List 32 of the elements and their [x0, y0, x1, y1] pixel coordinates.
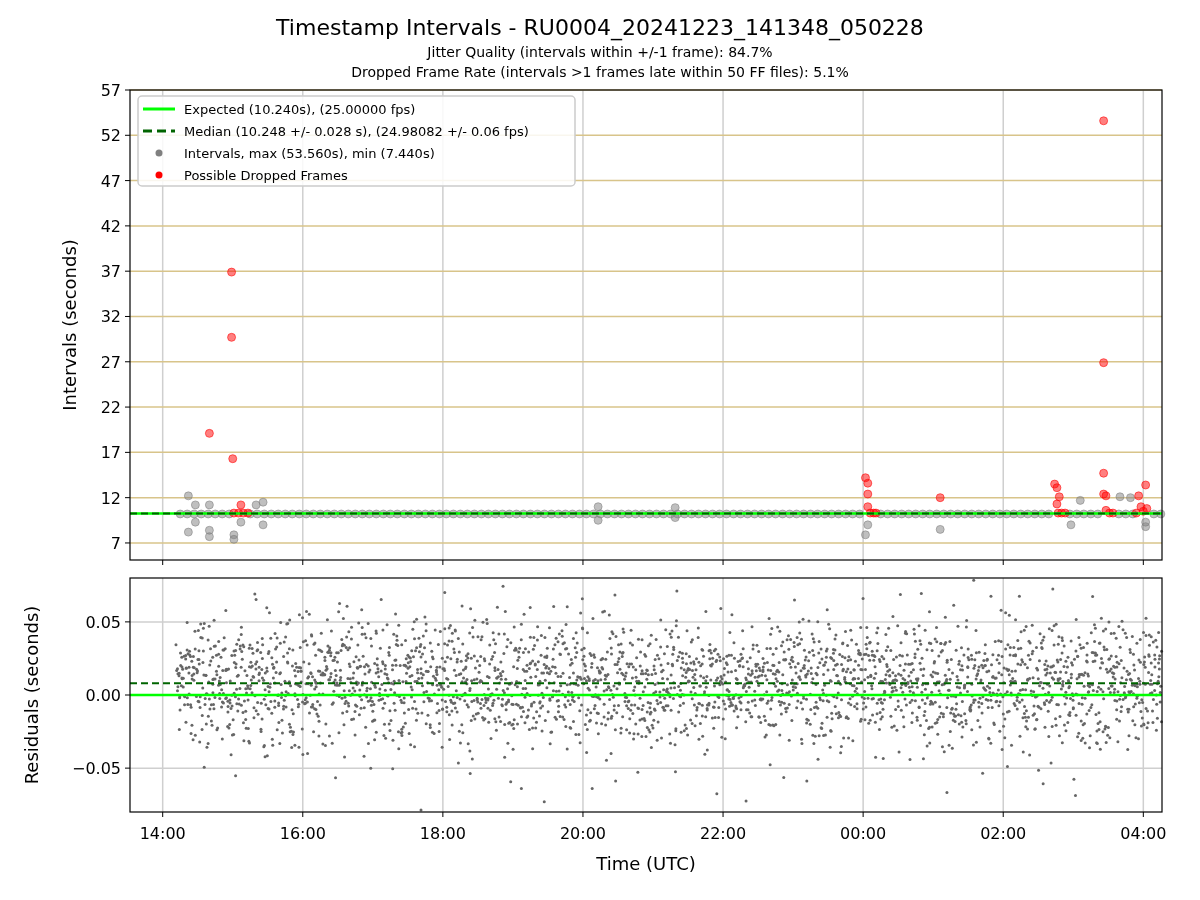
tick-label: 12 [100, 488, 121, 508]
tick-label: 22 [100, 398, 121, 418]
tick-label: 0.05 [85, 612, 121, 632]
tick-label: 0.00 [85, 686, 121, 705]
axis-label: Time (UTC) [596, 853, 696, 874]
tick-label: 18:00 [419, 824, 466, 843]
figure-subtitle: Dropped Frame Rate (intervals >1 frames late within 50 FF files): 5.1% [351, 63, 849, 82]
tick-label: 27 [100, 352, 121, 372]
tick-label: 42 [100, 216, 121, 236]
legend-label: Median (10.248 +/- 0.028 s), (24.98082 +/- 0.06 fps) [184, 124, 529, 139]
tick-label: 16:00 [279, 824, 326, 843]
tick-label: 04:00 [1120, 824, 1167, 843]
tick-label: 20:00 [559, 824, 606, 843]
axis-label: Residuals (seconds) [21, 605, 42, 785]
tick-label: 37 [100, 262, 121, 282]
tick-label: 32 [100, 307, 121, 327]
tick-label: 47 [100, 171, 121, 191]
tick-label: 02:00 [980, 824, 1027, 843]
legend-label: Possible Dropped Frames [184, 168, 348, 183]
tick-label: 14:00 [139, 824, 186, 843]
figure-subtitle: Jitter Quality (intervals within +/-1 frame): 84.7% [427, 43, 773, 62]
figure-title: Timestamp Intervals - RU0004_20241223_141348_050228 [276, 14, 924, 42]
legend-label: Intervals, max (53.560s), min (7.440s) [184, 146, 435, 161]
tick-label: 52 [100, 126, 121, 146]
tick-label: 57 [100, 81, 121, 100]
tick-label: 17 [100, 443, 121, 463]
axis-label: Intervals (seconds) [59, 239, 80, 411]
tick-label: 7 [110, 533, 121, 553]
tick-label: 22:00 [700, 824, 747, 843]
legend-label: Expected (10.240s), (25.00000 fps) [184, 102, 416, 117]
tick-label: −0.05 [71, 759, 121, 779]
tick-label: 00:00 [840, 824, 887, 843]
